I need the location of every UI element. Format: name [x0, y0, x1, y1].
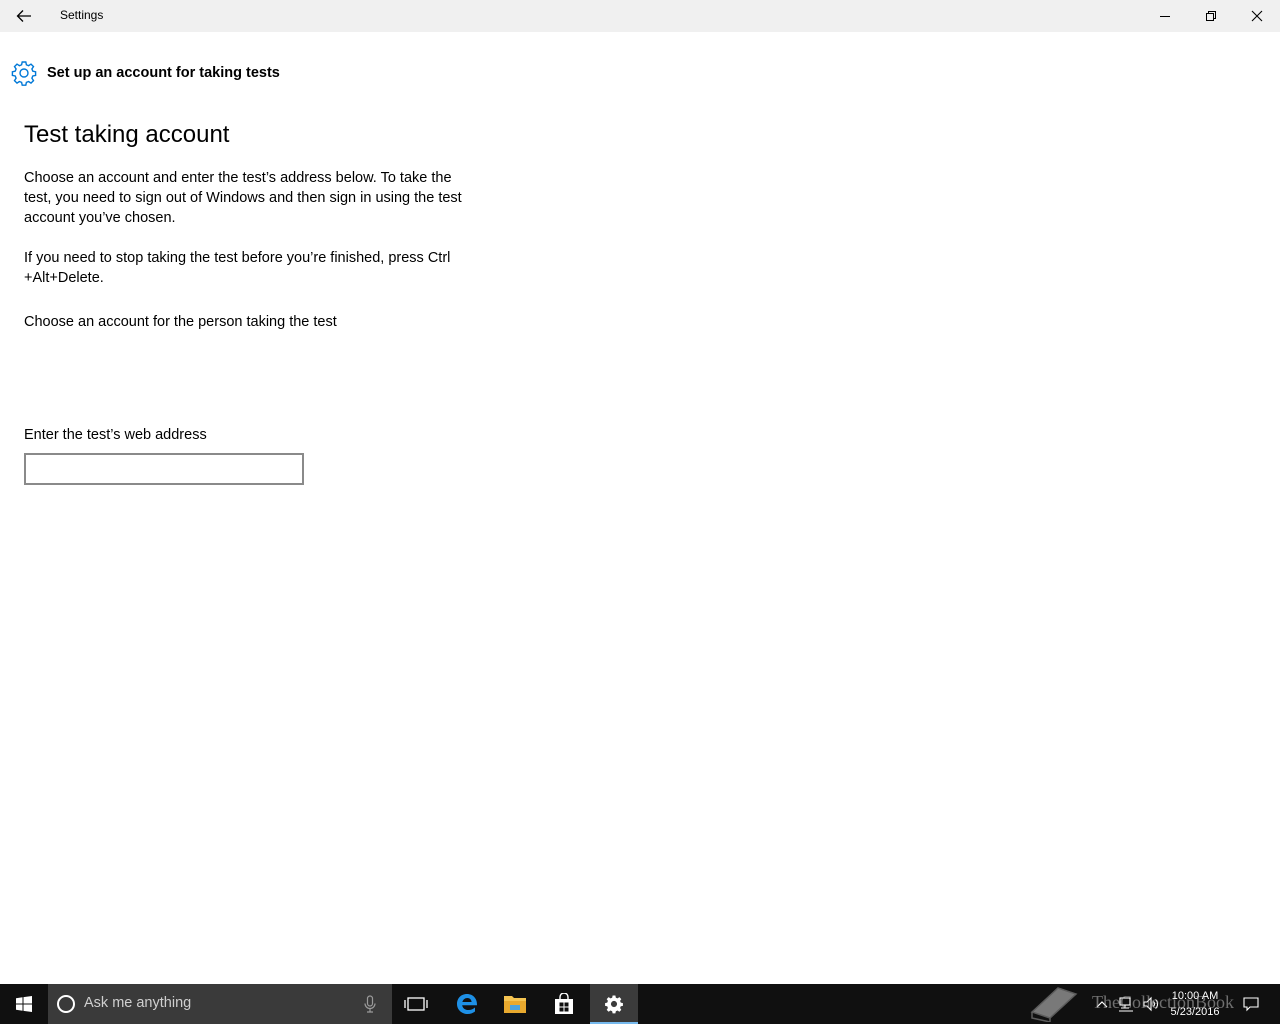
- taskbar-clock[interactable]: 10:00 AM 5/23/2016: [1166, 988, 1224, 1020]
- instructions-paragraph: Choose an account and enter the test’s a…: [24, 170, 462, 226]
- show-hidden-icons-button[interactable]: [1092, 984, 1112, 1024]
- restore-icon: [1206, 11, 1216, 21]
- file-explorer-icon: [504, 996, 526, 1013]
- back-button[interactable]: [0, 0, 48, 32]
- window-title: Settings: [60, 8, 104, 22]
- microphone-icon[interactable]: [362, 994, 378, 1014]
- network-button[interactable]: [1116, 984, 1136, 1024]
- store-icon: [555, 993, 573, 1014]
- notification-icon: [1243, 997, 1259, 1012]
- page-title: Test taking account: [24, 121, 230, 148]
- settings-icon: [605, 995, 623, 1014]
- volume-icon: [1143, 996, 1158, 1012]
- close-button[interactable]: [1234, 0, 1280, 32]
- file-explorer-button[interactable]: [491, 984, 539, 1024]
- page-header-text: Set up an account for taking tests: [47, 65, 280, 81]
- main-content: Test taking account Choose an account an…: [24, 120, 474, 485]
- settings-taskbar-button[interactable]: [590, 984, 638, 1024]
- clock-time: 10:00 AM: [1171, 990, 1219, 1002]
- minimize-icon: [1160, 16, 1170, 17]
- chevron-up-icon: [1096, 1001, 1108, 1008]
- search-placeholder: Ask me anything: [84, 995, 192, 1011]
- start-button[interactable]: [0, 984, 48, 1024]
- close-icon: [1251, 10, 1263, 22]
- edge-icon: [457, 994, 478, 1014]
- action-center-button[interactable]: [1238, 984, 1264, 1024]
- search-box[interactable]: Ask me anything: [48, 984, 392, 1024]
- web-address-input[interactable]: [24, 453, 304, 485]
- choose-account-label: Choose an account for the person taking …: [24, 314, 337, 330]
- web-address-label: Enter the test’s web address: [24, 427, 207, 443]
- edge-button[interactable]: [443, 984, 491, 1024]
- stop-test-paragraph: If you need to stop taking the test befo…: [24, 250, 451, 286]
- restore-button[interactable]: [1188, 0, 1234, 32]
- store-button[interactable]: [540, 984, 588, 1024]
- back-arrow-icon: [16, 10, 31, 22]
- volume-button[interactable]: [1140, 984, 1162, 1024]
- gear-icon: [11, 61, 37, 86]
- task-view-button[interactable]: [392, 984, 440, 1024]
- network-icon: [1119, 997, 1133, 1012]
- clock-date: 5/23/2016: [1170, 1006, 1220, 1018]
- page-header: Set up an account for taking tests: [11, 59, 280, 87]
- windows-logo-icon: [16, 996, 32, 1012]
- minimize-button[interactable]: [1142, 0, 1188, 32]
- taskbar: Ask me anything 10:00 AM 5/23/2016: [0, 984, 1280, 1024]
- title-bar: Settings: [0, 0, 1280, 32]
- cortana-icon: [57, 995, 75, 1013]
- task-view-icon: [404, 997, 428, 1011]
